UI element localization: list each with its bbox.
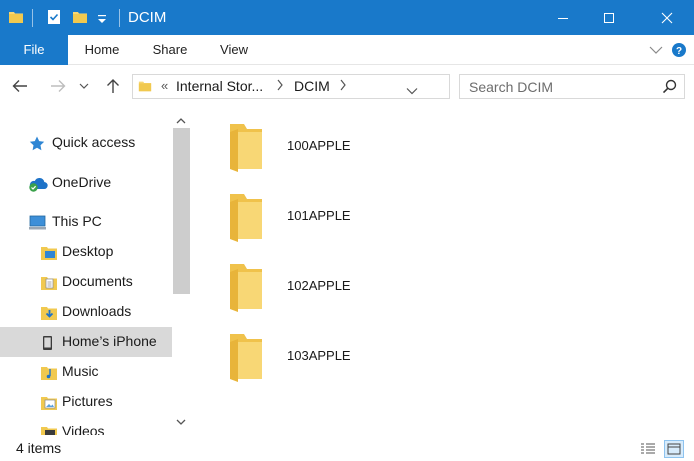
new-folder-icon[interactable] — [72, 9, 88, 28]
folder-icon — [228, 260, 264, 315]
expand-ribbon-icon[interactable] — [646, 35, 666, 65]
item-count: 4 items — [16, 440, 62, 456]
scroll-thumb[interactable] — [173, 128, 190, 294]
folder-name: 101APPLE — [287, 208, 351, 223]
nav-label: Music — [62, 363, 99, 379]
folder-icon — [8, 9, 24, 28]
downloads-folder-icon — [40, 304, 58, 322]
properties-icon[interactable] — [46, 9, 62, 28]
list-item[interactable]: 101APPLE — [192, 184, 452, 250]
nav-item-quick-access[interactable]: Quick access — [0, 128, 172, 158]
nav-label: Pictures — [62, 393, 113, 409]
nav-item-onedrive[interactable]: OneDrive — [0, 168, 172, 198]
navigation-pane-scrollbar[interactable] — [172, 108, 190, 435]
nav-label: Home’s iPhone — [62, 333, 157, 349]
folder-icon — [228, 120, 264, 175]
recent-locations-icon[interactable] — [76, 74, 92, 98]
nav-label: OneDrive — [52, 174, 112, 190]
svg-text:?: ? — [676, 46, 682, 57]
breadcrumb-chevron-icon[interactable] — [339, 79, 347, 94]
forward-button[interactable] — [46, 74, 70, 98]
pictures-folder-icon — [40, 394, 58, 412]
breadcrumb-overflow[interactable]: « — [161, 78, 168, 93]
tab-home[interactable]: Home — [78, 35, 126, 65]
nav-item-downloads[interactable]: Downloads — [0, 297, 172, 327]
computer-icon — [28, 214, 46, 232]
address-bar[interactable]: « Internal Stor... DCIM — [132, 74, 576, 99]
navigation-bar: « Internal Stor... DCIM Search DCIM — [0, 66, 694, 106]
desktop-folder-icon — [40, 244, 58, 262]
cloud-icon — [28, 175, 48, 193]
up-button[interactable] — [101, 74, 125, 98]
nav-item-music[interactable]: Music — [0, 357, 172, 387]
close-button[interactable] — [644, 0, 690, 35]
list-item[interactable]: 102APPLE — [192, 254, 452, 320]
folder-icon — [228, 330, 264, 385]
nav-label: Desktop — [62, 243, 114, 259]
nav-item-desktop[interactable]: Desktop — [0, 237, 172, 267]
music-folder-icon — [40, 364, 58, 382]
folder-name: 100APPLE — [287, 138, 351, 153]
nav-label: Videos — [62, 423, 105, 435]
status-bar: 4 items — [0, 437, 694, 461]
address-history-icon[interactable] — [406, 82, 418, 98]
folder-icon — [138, 79, 152, 96]
large-icons-view-icon[interactable] — [664, 440, 684, 458]
breadcrumb-internal-storage[interactable]: Internal Stor... — [176, 78, 263, 94]
folder-name: 102APPLE — [287, 278, 351, 293]
nav-item-homes-iphone[interactable]: Home’s iPhone — [0, 327, 172, 357]
customize-toolbar-icon[interactable] — [96, 12, 108, 28]
nav-label: This PC — [52, 213, 102, 229]
maximize-button[interactable] — [586, 0, 632, 35]
minimize-button[interactable] — [540, 0, 586, 35]
scroll-up-icon[interactable] — [172, 111, 190, 129]
scroll-down-icon[interactable] — [172, 413, 190, 431]
videos-folder-icon — [40, 424, 58, 435]
nav-item-documents[interactable]: Documents — [0, 267, 172, 297]
documents-folder-icon — [40, 274, 58, 292]
search-box[interactable]: Search DCIM — [459, 74, 685, 99]
search-icon[interactable] — [662, 79, 677, 97]
nav-item-pictures[interactable]: Pictures — [0, 387, 172, 417]
details-view-icon[interactable] — [638, 440, 658, 458]
nav-label: Quick access — [52, 134, 136, 150]
window-title: DCIM — [128, 9, 167, 26]
phone-icon — [40, 334, 58, 352]
ribbon: File Home Share View ? — [0, 35, 694, 65]
navigation-pane: Quick access OneDrive This PC Desktop Do… — [0, 108, 192, 435]
nav-item-videos[interactable]: Videos — [0, 417, 172, 435]
back-button[interactable] — [8, 74, 32, 98]
breadcrumb-dcim[interactable]: DCIM — [294, 78, 330, 94]
list-item[interactable]: 103APPLE — [192, 324, 452, 390]
breadcrumb-chevron-icon[interactable] — [276, 79, 284, 94]
help-icon[interactable]: ? — [669, 35, 689, 65]
folder-icon — [228, 190, 264, 245]
file-list: 100APPLE 101APPLE 102APPLE 103APPLE — [192, 108, 694, 435]
title-bar: DCIM — [0, 0, 694, 35]
tab-view[interactable]: View — [212, 35, 256, 65]
star-icon — [28, 135, 46, 153]
list-item[interactable]: 100APPLE — [192, 114, 452, 180]
folder-name: 103APPLE — [287, 348, 351, 363]
search-input[interactable]: Search DCIM — [469, 79, 553, 95]
tab-file[interactable]: File — [0, 35, 68, 65]
nav-label: Downloads — [62, 303, 132, 319]
nav-label: Documents — [62, 273, 133, 289]
nav-item-this-pc[interactable]: This PC — [0, 207, 172, 237]
tab-share[interactable]: Share — [145, 35, 195, 65]
